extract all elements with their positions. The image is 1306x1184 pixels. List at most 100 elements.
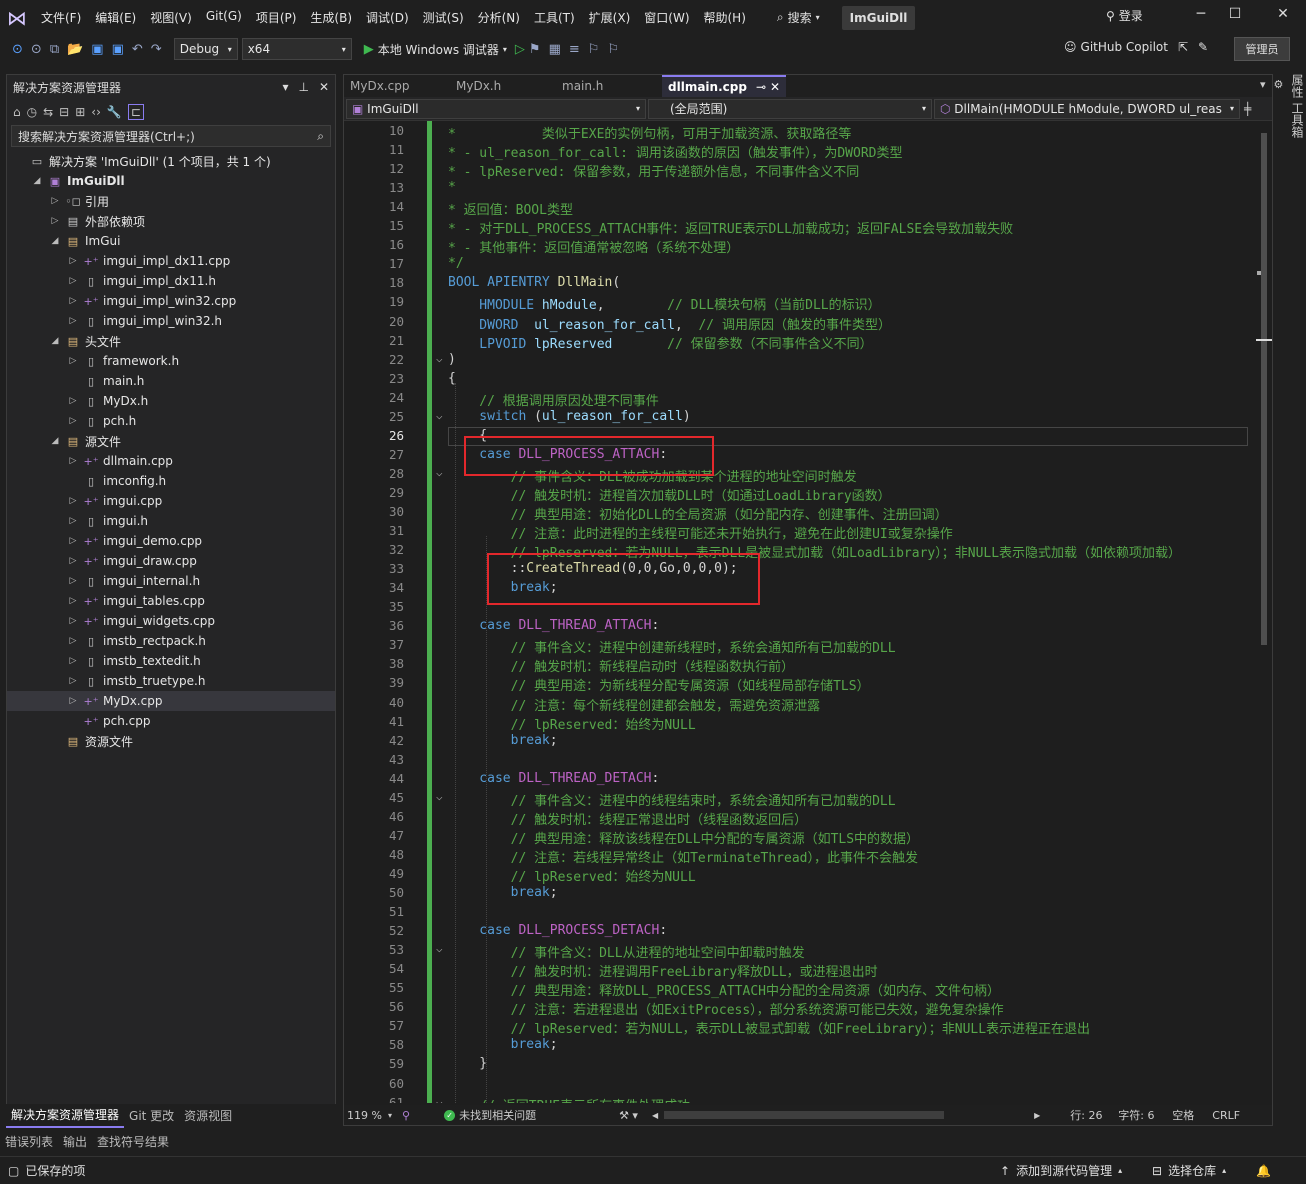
preview-icon[interactable]: ⊏ xyxy=(127,104,144,120)
expander-icon[interactable]: ▷ xyxy=(67,456,79,466)
expander-icon[interactable]: ◢ xyxy=(49,236,61,246)
code-line[interactable]: // 典型用途：释放该线程在DLL中分配的专属资源（如TLS中的数据） xyxy=(448,828,919,847)
close-icon[interactable]: ✕ xyxy=(1272,6,1294,22)
tree-item[interactable]: ▷ ▯ imgui_internal.h xyxy=(7,571,335,591)
expander-icon[interactable]: ▷ xyxy=(67,256,79,266)
start-debug-label[interactable]: 本地 Windows 调试器 xyxy=(378,41,499,58)
expander-icon[interactable]: ▷ xyxy=(67,316,79,326)
tree-item[interactable]: ▷ +⁺ imgui_widgets.cpp xyxy=(7,611,335,631)
fold-toggle-icon[interactable]: ⌵ xyxy=(436,466,443,479)
close-icon[interactable]: ✕ xyxy=(770,80,780,94)
code-line[interactable]: } xyxy=(448,1056,487,1071)
visual-studio-logo-icon[interactable]: ⋈ xyxy=(0,0,34,35)
menu-item[interactable]: 调试(D) xyxy=(359,9,416,26)
code-line[interactable]: switch (ul_reason_for_call) xyxy=(448,409,690,424)
back-icon[interactable]: ⊙ xyxy=(8,42,27,57)
tree-item[interactable]: ▷ ▯ imgui.h xyxy=(7,511,335,531)
menu-item[interactable]: 视图(V) xyxy=(143,9,199,26)
code-line[interactable]: * 类似于EXE的实例句柄，可用于加载资源、获取路径等 xyxy=(448,123,851,142)
tree-item[interactable]: ▷ +⁺ imgui_tables.cpp xyxy=(7,591,335,611)
code-line[interactable]: break; xyxy=(448,1037,558,1052)
expander-icon[interactable]: ◢ xyxy=(31,176,43,186)
fold-toggle-icon[interactable]: ⌵ xyxy=(436,1095,443,1103)
sync-icon[interactable]: ⇆ xyxy=(43,105,53,119)
login-button[interactable]: ⚲ 登录 xyxy=(1106,7,1143,24)
editor-tab[interactable]: dllmain.cpp ⊸ ✕ xyxy=(662,75,786,97)
tree-item[interactable]: ▷ ▯ imstb_truetype.h xyxy=(7,671,335,691)
expander-icon[interactable]: ◢ xyxy=(49,436,61,446)
chevron-down-icon[interactable]: ▾ xyxy=(282,80,288,94)
tree-item[interactable]: ▷ ▯ MyDx.h xyxy=(7,391,335,411)
expander-icon[interactable]: ▷ xyxy=(49,196,61,206)
expander-icon[interactable]: ◢ xyxy=(49,336,61,346)
code-line[interactable]: // 注意：若进程退出（如ExitProcess），部分系统资源可能已失效，避免… xyxy=(448,999,1004,1018)
tree-item[interactable]: ▷ +⁺ imgui.cpp xyxy=(7,491,335,511)
horizontal-scrollbar[interactable] xyxy=(664,1111,945,1119)
eol-indicator[interactable]: CRLF xyxy=(1212,1109,1240,1122)
properties-icon[interactable]: 🔧 xyxy=(107,105,122,119)
pin-icon[interactable]: ⊸ xyxy=(756,80,766,94)
expander-icon[interactable]: ▷ xyxy=(67,636,79,646)
solution-search-input[interactable]: 搜索解决方案资源管理器(Ctrl+;) ⌕ xyxy=(11,125,331,147)
search-button[interactable]: ⌕ 搜索 ▾ xyxy=(769,9,828,26)
code-line[interactable]: // 触发时机：进程首次加载DLL时（如通过LoadLibrary函数） xyxy=(448,485,891,504)
expander-icon[interactable]: ▷ xyxy=(67,616,79,626)
scrollbar-thumb[interactable] xyxy=(1261,133,1267,645)
select-repo-button[interactable]: ⊟ 选择仓库 ▴ xyxy=(1152,1162,1226,1179)
line-indicator[interactable]: 行: 26 xyxy=(1070,1107,1118,1123)
code-line[interactable]: * - 其他事件：返回值通常被忽略（系统不处理） xyxy=(448,237,739,256)
output-tab[interactable]: 错误列表 xyxy=(0,1130,58,1153)
code-line[interactable]: * - lpReserved: 保留参数，用于传递额外信息，不同事件含义不同 xyxy=(448,161,859,180)
fold-toggle-icon[interactable]: ⌵ xyxy=(436,942,443,955)
minimize-icon[interactable]: ─ xyxy=(1190,6,1212,22)
expander-icon[interactable]: ▷ xyxy=(67,696,79,706)
home-icon[interactable]: ⌂ xyxy=(13,105,21,119)
menu-item[interactable]: Git(G) xyxy=(199,9,249,26)
code-line[interactable]: break; xyxy=(448,885,558,900)
code-area[interactable]: 10 * 类似于EXE的实例句柄，可用于加载资源、获取路径等 11 * - ul_re… xyxy=(344,121,1256,1103)
tree-item[interactable]: ▷ +⁺ imgui_draw.cpp xyxy=(7,551,335,571)
menu-item[interactable]: 测试(S) xyxy=(416,9,471,26)
code-line[interactable]: // 触发时机：进程调用FreeLibrary释放DLL，或进程退出时 xyxy=(448,961,878,980)
code-line[interactable]: case DLL_PROCESS_DETACH: xyxy=(448,923,667,938)
start-without-debug-icon[interactable]: ▷ xyxy=(515,42,525,57)
hot-reload-icon[interactable]: ⚑ xyxy=(525,42,545,57)
tree-item[interactable]: ▷ +⁺ MyDx.cpp xyxy=(7,691,335,711)
copilot-status-icon[interactable]: ⚲ xyxy=(402,1109,410,1122)
expander-icon[interactable]: ▷ xyxy=(67,576,79,586)
tree-item[interactable]: ▷ +⁺ imgui_impl_dx11.cpp xyxy=(7,251,335,271)
expander-icon[interactable]: ▷ xyxy=(67,536,79,546)
expander-icon[interactable]: ▷ xyxy=(49,216,61,226)
code-line[interactable]: BOOL APIENTRY DllMain( xyxy=(448,275,620,290)
tree-item[interactable]: ▷ ◦◻ 引用 xyxy=(7,191,335,211)
redo-icon[interactable]: ↷ xyxy=(147,42,166,57)
close-icon[interactable]: ✕ xyxy=(319,80,329,94)
vertical-scrollbar[interactable] xyxy=(1256,121,1272,1103)
tree-item[interactable]: ▯ main.h xyxy=(7,371,335,391)
code-line[interactable]: * 返回值：BOOL类型 xyxy=(448,199,573,218)
expander-icon[interactable]: ▷ xyxy=(67,516,79,526)
project-dropdown[interactable]: ▣ ImGuiDll ▾ xyxy=(346,98,646,119)
editor-tab[interactable]: main.h xyxy=(556,75,662,97)
code-line[interactable]: // 事件含义：DLL从进程的地址空间中卸载时触发 xyxy=(448,942,805,961)
zoom-level[interactable]: 119 % xyxy=(344,1109,388,1122)
tab-list-chevron-icon[interactable]: ▾ xyxy=(1260,78,1266,91)
tree-item[interactable]: ▷ +⁺ dllmain.cpp xyxy=(7,451,335,471)
menu-item[interactable]: 分析(N) xyxy=(471,9,527,26)
code-line[interactable]: * - ul_reason_for_call: 调用该函数的原因（触发事件），为… xyxy=(448,142,902,161)
fold-toggle-icon[interactable]: ⌵ xyxy=(436,409,443,422)
tree-item[interactable]: ▷ +⁺ imgui_demo.cpp xyxy=(7,531,335,551)
cleanup-icon[interactable]: ⚒ ▾ xyxy=(619,1109,638,1122)
bookmark-icon[interactable]: ⚐ xyxy=(584,42,604,57)
start-debug-icon[interactable]: ▶ xyxy=(364,42,374,57)
platform-select[interactable]: x64 ▾ xyxy=(241,38,352,60)
code-line[interactable]: HMODULE hModule, // DLL模块句柄（当前DLL的标识） xyxy=(448,294,880,313)
solution-configs-icon[interactable]: ▦ xyxy=(545,42,565,57)
github-copilot-button[interactable]: ☺ GitHub Copilot ⇱ ✎ xyxy=(1064,40,1208,54)
expander-icon[interactable]: ▷ xyxy=(67,596,79,606)
tree-item[interactable]: ◢ ▤ 头文件 xyxy=(7,331,335,351)
code-line[interactable]: ) xyxy=(448,352,456,367)
undo-icon[interactable]: ↶ xyxy=(128,42,147,57)
fold-toggle-icon[interactable]: ⌵ xyxy=(436,352,443,365)
issues-status[interactable]: 未找到相关问题 xyxy=(459,1107,619,1123)
